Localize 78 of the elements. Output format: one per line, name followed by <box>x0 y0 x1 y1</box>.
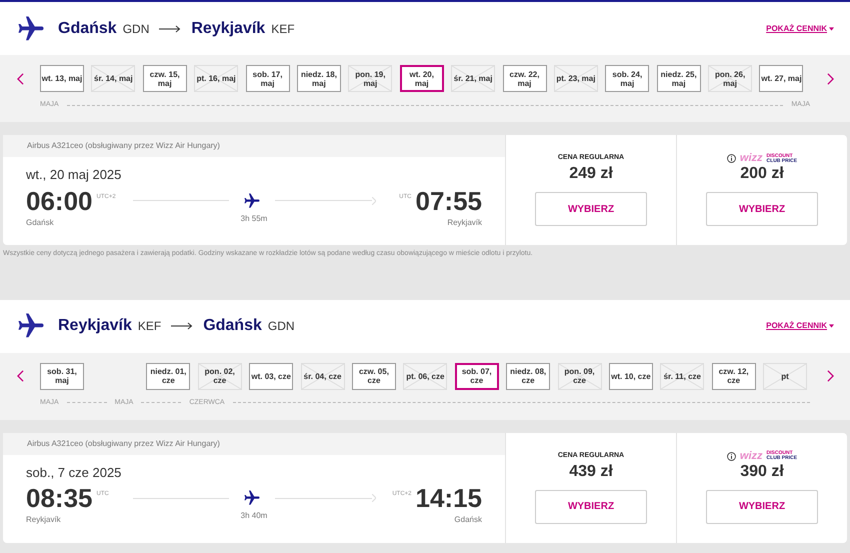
airplane-icon <box>243 489 261 507</box>
date-chip[interactable]: czw. 05, cze <box>352 362 396 390</box>
aircraft-label: Airbus A321ceo (obsługiwany przez Wizz Air Hungary) <box>27 438 220 450</box>
flight-date: wt., 20 maj 2025 <box>26 166 122 184</box>
caret-icon <box>829 26 834 30</box>
from-city: Reykjavík <box>58 316 132 336</box>
wizz-logo: wizz <box>740 450 763 462</box>
show-prices-link[interactable]: POKAŻ CENNIK <box>766 320 834 332</box>
date-chip[interactable]: niedz. 01, cze <box>146 362 190 390</box>
date-chip[interactable]: pt <box>763 362 808 390</box>
arrival-time: 14:15 <box>416 482 482 514</box>
date-chip[interactable]: czw. 12, cze <box>712 362 756 390</box>
from-code: KEF <box>138 318 162 335</box>
departure-city: Reykjavík <box>26 514 62 526</box>
to-code: KEF <box>271 20 295 38</box>
date-chip[interactable]: pt. 16, maj <box>194 65 238 92</box>
flight-duration: 3h 40m <box>240 510 268 522</box>
date-chip[interactable]: pon. 19, maj <box>348 65 392 92</box>
arrival-city: Gdańsk <box>453 514 482 526</box>
date-chip[interactable]: niedz. 25, maj <box>656 65 701 92</box>
info-icon <box>726 452 736 460</box>
show-prices-link[interactable]: POKAŻ CENNIK <box>766 22 834 34</box>
arrowhead-icon <box>372 196 376 204</box>
select-button[interactable]: WYBIERZ <box>535 490 647 524</box>
arrowhead-icon <box>372 494 376 502</box>
date-chip[interactable]: wt. 03, cze <box>249 362 294 390</box>
date-chip[interactable]: czw. 15, maj <box>142 65 187 92</box>
date-chip[interactable]: sob. 07, cze <box>454 362 499 390</box>
departure-time: 06:00 <box>26 184 92 216</box>
date-chip[interactable]: pon. 09, cze <box>558 362 602 390</box>
arrival-city: Reykjavík <box>446 216 482 228</box>
date-chip[interactable]: sob. 24, maj <box>605 65 650 92</box>
airplane-icon <box>16 14 46 44</box>
date-chip[interactable]: pon. 02, cze <box>198 362 242 390</box>
to-code: GDN <box>268 318 295 335</box>
chevron-left-icon <box>16 72 24 84</box>
select-button[interactable]: WYBIERZ <box>706 192 818 226</box>
fare-price: 439 zł <box>569 462 613 482</box>
chevron-right-icon <box>826 72 834 84</box>
date-chip[interactable]: śr. 11, cze <box>660 362 704 390</box>
date-chip[interactable]: pon. 26, maj <box>708 65 752 92</box>
to-city: Gdańsk <box>203 316 262 336</box>
departure-time: 08:35 <box>26 482 92 514</box>
from-code: GDN <box>122 20 150 38</box>
date-chip[interactable]: śr. 14, maj <box>91 65 136 92</box>
date-chip[interactable]: wt. 20, maj <box>400 65 444 92</box>
arrow-icon <box>171 322 194 330</box>
date-chip[interactable]: śr. 21, maj <box>451 65 496 92</box>
date-chip[interactable]: sob. 17, maj <box>246 65 290 92</box>
wizz-logo: wizz <box>740 153 763 164</box>
fare-price: 390 zł <box>740 462 784 482</box>
date-chip[interactable]: niedz. 18, maj <box>296 65 341 92</box>
airplane-icon <box>243 192 261 210</box>
date-chip[interactable]: niedz. 08, cze <box>506 362 550 390</box>
select-button[interactable]: WYBIERZ <box>535 192 647 226</box>
arrival-time: 07:55 <box>416 184 482 216</box>
chevron-right-icon <box>826 370 834 382</box>
flight-date: sob., 7 cze 2025 <box>26 464 122 482</box>
date-chip[interactable]: wt. 27, maj <box>759 65 804 92</box>
date-chip[interactable]: pt. 06, cze <box>403 362 448 390</box>
date-chip[interactable]: wt. 13, maj <box>40 65 84 92</box>
date-chip[interactable]: wt. 10, cze <box>608 362 653 390</box>
fare-price: 200 zł <box>740 164 784 184</box>
date-chip[interactable]: sob. 31, maj <box>40 362 84 390</box>
date-chip[interactable]: pt. 23, maj <box>554 65 598 92</box>
flight-duration: 3h 55m <box>240 212 268 224</box>
info-icon <box>726 154 736 163</box>
from-city: Gdańsk <box>58 18 117 38</box>
aircraft-label: Airbus A321ceo (obsługiwany przez Wizz Air Hungary) <box>27 140 220 152</box>
departure-city: Gdańsk <box>26 216 55 228</box>
fare-price: 249 zł <box>569 164 613 184</box>
arrow-icon <box>159 24 182 32</box>
date-chip[interactable]: śr. 04, cze <box>300 362 345 390</box>
date-chip[interactable]: czw. 22, maj <box>502 65 547 92</box>
select-button[interactable]: WYBIERZ <box>706 490 818 524</box>
chevron-left-icon <box>16 370 24 382</box>
caret-icon <box>829 324 834 328</box>
to-city: Reykjavík <box>191 18 266 38</box>
